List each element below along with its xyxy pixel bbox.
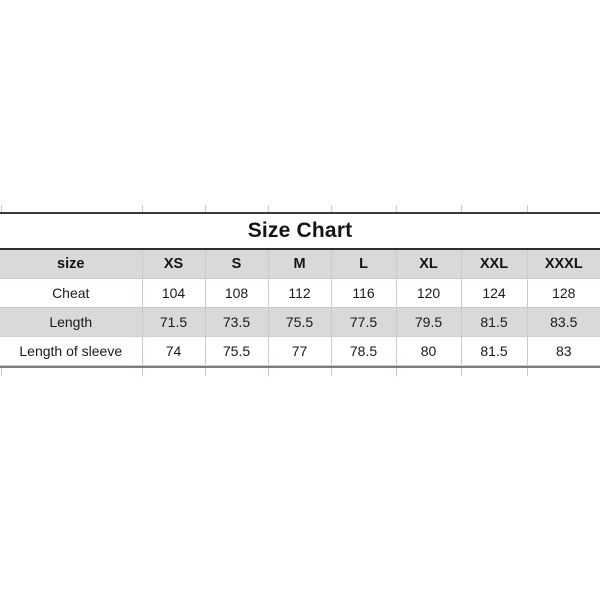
header-size-s: S — [204, 250, 269, 279]
header-size-label: size — [0, 250, 143, 279]
cell-sleeve-l: 78.5 — [330, 336, 397, 366]
cell-cheat-l: 116 — [330, 278, 397, 308]
gridline-stubs-top — [0, 205, 600, 212]
table-header-row: size XS S M L XL XXL XXXL — [0, 250, 600, 279]
gridline-stub — [527, 368, 528, 376]
header-size-xl: XL — [395, 250, 462, 279]
gridline-stub — [331, 205, 332, 212]
gridline-stub — [205, 368, 206, 376]
gridline-stubs-bottom — [0, 368, 600, 376]
gridline-stub — [461, 205, 462, 212]
gridline-stub — [268, 368, 269, 376]
size-chart-body: size XS S M L XL XXL XXXL Cheat 104 108 … — [0, 250, 600, 366]
gridline-stub — [396, 205, 397, 212]
cell-cheat-s: 108 — [204, 278, 269, 308]
gridline-stub — [1, 205, 2, 212]
cell-length-xs: 71.5 — [141, 307, 206, 337]
cell-cheat-xxl: 124 — [460, 278, 528, 308]
gridline-stub — [396, 368, 397, 376]
row-label-length-of-sleeve: Length of sleeve — [0, 336, 143, 366]
gridline-stub — [205, 205, 206, 212]
gridline-stub — [527, 205, 528, 212]
cell-sleeve-s: 75.5 — [204, 336, 269, 366]
gridline-stub — [1, 368, 2, 376]
table-row: Length 71.5 73.5 75.5 77.5 79.5 81.5 83.… — [0, 307, 600, 337]
cell-cheat-xl: 120 — [395, 278, 462, 308]
cell-cheat-xs: 104 — [141, 278, 206, 308]
cell-length-xxl: 81.5 — [460, 307, 528, 337]
cell-length-xxxl: 83.5 — [526, 307, 600, 337]
size-chart-table: Size Chart — [0, 214, 600, 248]
gridline-stub — [331, 368, 332, 376]
cell-length-m: 75.5 — [267, 307, 332, 337]
header-size-xs: XS — [141, 250, 206, 279]
cell-sleeve-xs: 74 — [141, 336, 206, 366]
gridline-stub — [268, 205, 269, 212]
cell-length-xl: 79.5 — [395, 307, 462, 337]
gridline-stub — [461, 368, 462, 376]
row-label-cheat: Cheat — [0, 278, 143, 308]
cell-length-s: 73.5 — [204, 307, 269, 337]
size-chart-sheet: Size Chart size XS S M L XL XXL XXXL Che… — [0, 205, 600, 376]
header-size-xxl: XXL — [460, 250, 528, 279]
gridline-stub — [142, 368, 143, 376]
cell-sleeve-xl: 80 — [395, 336, 462, 366]
cell-cheat-m: 112 — [267, 278, 332, 308]
cell-length-l: 77.5 — [330, 307, 397, 337]
table-row: Cheat 104 108 112 116 120 124 128 — [0, 278, 600, 308]
table-row: Length of sleeve 74 75.5 77 78.5 80 81.5… — [0, 336, 600, 366]
page-title: Size Chart — [0, 214, 600, 248]
cell-sleeve-m: 77 — [267, 336, 332, 366]
table-title-row: Size Chart — [0, 214, 600, 248]
header-size-xxxl: XXXL — [526, 250, 600, 279]
header-size-m: M — [267, 250, 332, 279]
cell-sleeve-xxxl: 83 — [526, 336, 600, 366]
header-size-l: L — [330, 250, 397, 279]
cell-sleeve-xxl: 81.5 — [460, 336, 528, 366]
gridline-stub — [142, 205, 143, 212]
row-label-length: Length — [0, 307, 143, 337]
cell-cheat-xxxl: 128 — [526, 278, 600, 308]
